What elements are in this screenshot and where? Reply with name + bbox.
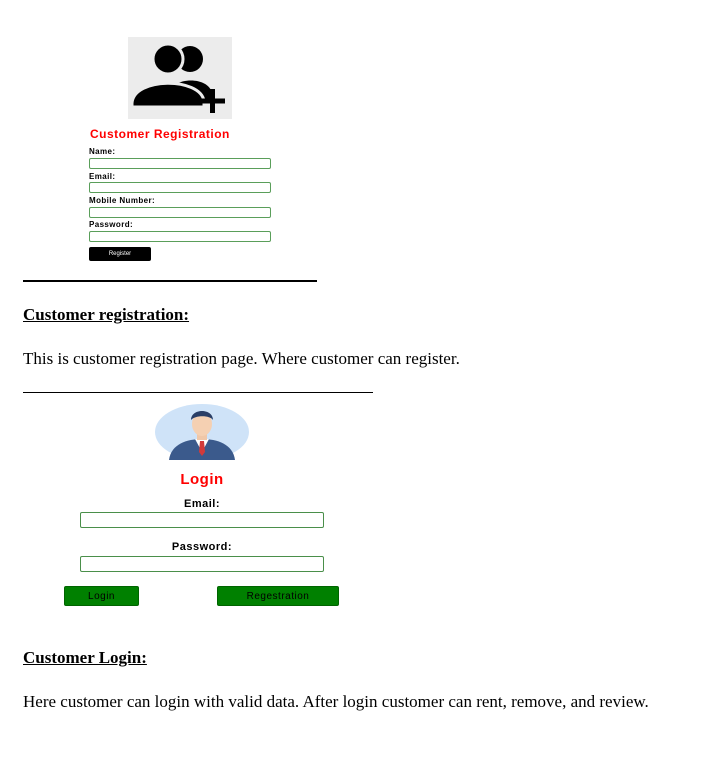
user-avatar-icon [155,404,249,460]
divider [23,392,373,393]
password-label: Password: [89,220,134,229]
email-label: Email: [89,172,116,181]
password-label: Password: [171,541,233,553]
login-title: Login [180,471,224,488]
section-text-login: Here customer can login with valid data.… [23,692,649,711]
section-heading-login: Customer Login: [23,648,147,667]
mobile-number-field[interactable] [89,207,271,218]
mobile-number-label: Mobile Number: [89,196,156,205]
name-field[interactable] [89,158,271,169]
email-label: Email: [183,498,220,510]
section-text-registration: This is customer registration page. Wher… [23,349,460,368]
divider [23,280,317,282]
email-field[interactable] [89,182,271,193]
password-field[interactable] [89,231,271,242]
login-password-field[interactable] [80,556,324,572]
section-heading-registration: Customer registration: [23,305,190,324]
registration-title: Customer Registration [90,127,230,141]
register-button[interactable]: Register [89,247,151,261]
login-email-field[interactable] [80,512,324,528]
login-button[interactable]: Login [64,586,139,606]
name-label: Name: [89,147,116,156]
registration-button[interactable]: Regestration [217,586,339,606]
add-user-icon [128,37,232,119]
